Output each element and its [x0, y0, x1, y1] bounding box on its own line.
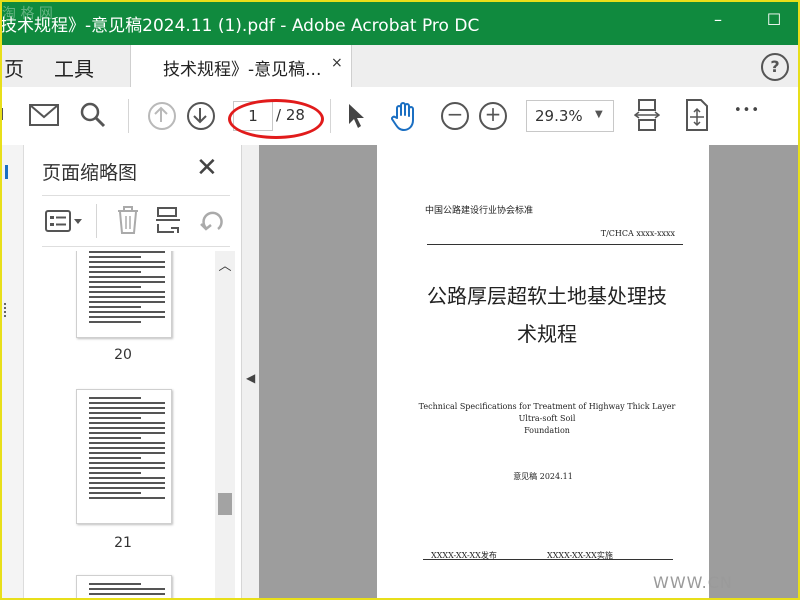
page-thumbnail-number: 21	[114, 535, 132, 551]
document-standard-code: T/CHCA xxxx-xxxx	[600, 229, 675, 238]
zoom-value: 29.3%	[535, 107, 583, 125]
site-watermark: WWW.CN	[653, 573, 733, 592]
document-page: 中国公路建设行业协会标准 T/CHCA xxxx-xxxx 公路厚层超软土地基处…	[377, 145, 709, 600]
menu-home[interactable]: 页	[4, 53, 24, 82]
header-rule	[427, 244, 683, 245]
trash-icon[interactable]	[116, 206, 140, 234]
help-icon[interactable]: ?	[761, 53, 789, 81]
rotate-page-icon[interactable]	[198, 206, 226, 234]
panel-title: 页面缩略图	[42, 162, 138, 184]
insert-page-icon[interactable]	[156, 206, 182, 234]
zoom-select[interactable]: 29.3% ▼	[526, 100, 614, 132]
minimize-button[interactable]: –	[706, 8, 730, 32]
more-nav-icon[interactable]	[4, 303, 8, 317]
draft-label: 意见稿 2024.11	[513, 472, 573, 481]
footer-rule	[423, 559, 673, 560]
hand-tool-icon[interactable]	[390, 100, 420, 132]
email-icon[interactable]	[29, 104, 59, 126]
maximize-button[interactable]: ☐	[762, 8, 786, 32]
toolbar-divider	[330, 99, 331, 133]
document-english-title: Technical Specifications for Treatment o…	[417, 401, 677, 437]
title-bar: 淘 格 网 技术规程》-意见稿2024.11 (1).pdf - Adobe A…	[0, 0, 800, 45]
toolbar-divider	[128, 99, 129, 133]
toolbar: 1 / 28 − + 29.3% ▼ •••	[0, 87, 800, 146]
document-tab[interactable]: 技术规程》-意见稿... ×	[130, 45, 352, 87]
document-title-line-2: 术规程	[517, 322, 577, 346]
thumbnail-scrollbar[interactable]: ︿	[215, 251, 235, 600]
scroll-up-icon[interactable]: ︿	[215, 255, 235, 274]
previous-page-button[interactable]	[148, 102, 176, 130]
english-title-line-2: Foundation	[524, 426, 570, 435]
navigation-strip	[0, 145, 24, 600]
full-screen-icon[interactable]	[684, 99, 710, 131]
tab-bar: 页 工具 技术规程》-意见稿... × ?	[0, 45, 800, 87]
partial-tool-icon[interactable]	[0, 107, 6, 121]
zoom-out-button[interactable]: −	[441, 102, 469, 130]
document-title-line-1: 公路厚层超软土地基处理技	[427, 284, 667, 308]
page-thumbnail-22[interactable]	[76, 575, 172, 600]
document-organization: 中国公路建设行业协会标准	[425, 206, 534, 216]
window-title: 技术规程》-意见稿2024.11 (1).pdf - Adobe Acrobat…	[0, 16, 480, 36]
page-thumbnails-nav-icon[interactable]	[5, 165, 8, 179]
page-thumbnail-20[interactable]	[76, 251, 172, 338]
thumbnail-options-icon[interactable]	[45, 210, 83, 232]
page-thumbnails-panel: 页面缩略图 ✕ 20 21 ︿	[24, 145, 241, 600]
page-thumbnail-21[interactable]	[76, 389, 172, 524]
panel-divider	[96, 204, 97, 238]
fit-width-icon[interactable]	[634, 99, 660, 131]
more-tools-button[interactable]: •••	[734, 103, 760, 118]
chevron-down-icon: ▼	[595, 109, 603, 120]
menu-tools[interactable]: 工具	[54, 53, 94, 82]
next-page-button[interactable]	[187, 102, 215, 130]
document-title: 公路厚层超软土地基处理技 术规程	[417, 277, 677, 353]
tab-close-icon[interactable]: ×	[331, 55, 343, 71]
zoom-in-button[interactable]: +	[479, 102, 507, 130]
document-tab-label: 技术规程》-意见稿...	[163, 60, 322, 80]
red-annotation-ellipse	[228, 99, 324, 139]
english-title-line-1: Technical Specifications for Treatment o…	[418, 402, 676, 423]
page-thumbnail-number: 20	[114, 347, 132, 363]
panel-toolbar	[42, 195, 230, 247]
select-cursor-icon[interactable]	[346, 102, 366, 130]
panel-close-icon[interactable]: ✕	[196, 153, 218, 183]
panel-collapse-handle[interactable]: ◀	[241, 145, 259, 600]
search-icon[interactable]	[80, 102, 106, 128]
collapse-arrow-icon: ◀	[246, 371, 256, 385]
document-view[interactable]: 中国公路建设行业协会标准 T/CHCA xxxx-xxxx 公路厚层超软土地基处…	[259, 145, 800, 600]
thumbnail-list: 20 21	[24, 251, 214, 600]
scrollbar-thumb[interactable]	[218, 493, 232, 515]
